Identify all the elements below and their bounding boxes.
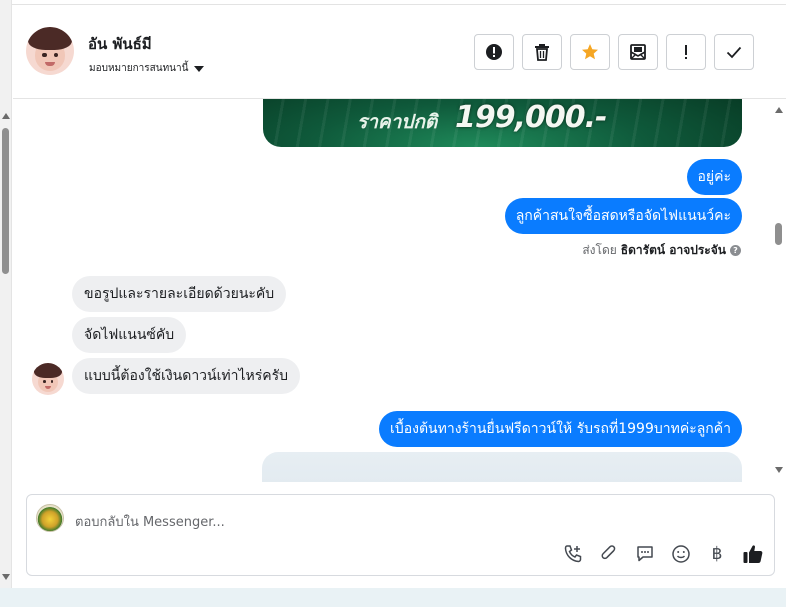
payment-button[interactable]: ฿ <box>706 543 728 565</box>
follow-up-button[interactable] <box>666 34 706 70</box>
trash-icon <box>535 44 549 61</box>
scrollbar-thumb[interactable] <box>2 128 9 274</box>
page-avatar <box>36 504 64 532</box>
star-icon <box>582 44 598 60</box>
reply-input[interactable]: ตอบกลับใน Messenger... <box>75 511 225 532</box>
call-add-icon <box>564 545 582 563</box>
emoji-icon <box>672 545 690 563</box>
paperclip-icon <box>601 545 616 560</box>
scroll-down-arrow-icon[interactable] <box>775 467 783 473</box>
help-icon[interactable]: ? <box>730 245 741 256</box>
message-thread[interactable]: ราคาปกติ 199,000.- อยู่ค่ะ ลูกค้าสนใจซื้… <box>13 99 772 482</box>
banner-price: 199,000.- <box>455 100 607 135</box>
sent-by-prefix: ส่งโดย <box>582 243 617 257</box>
outgoing-message[interactable]: เบื้องต้นทางร้านยื่นฟรีดาวน์ให้ รับรถที่… <box>379 411 742 447</box>
saved-replies-button[interactable] <box>634 543 656 565</box>
incoming-message[interactable]: แบบนี้ต้องใช้เงินดาวน์เท่าไหร่ครับ <box>72 358 301 394</box>
attach-button[interactable] <box>598 543 620 565</box>
sent-by-line: ส่งโดย ธิดารัตน์ อาจประจัน ? <box>582 241 741 260</box>
assign-conversation-dropdown[interactable]: มอบหมายการสนทนานี้ <box>89 61 205 76</box>
envelope-icon <box>630 44 646 60</box>
bottom-background-strip <box>0 588 786 607</box>
exclamation-circle-icon <box>486 44 502 60</box>
contact-avatar-small[interactable] <box>32 363 64 395</box>
scrollbar-thumb[interactable] <box>775 223 782 245</box>
emoji-button[interactable] <box>670 543 692 565</box>
incoming-message[interactable]: จัดไฟแนนซ์คับ <box>72 317 187 353</box>
star-button[interactable] <box>570 34 610 70</box>
composer-tools: ฿ <box>562 543 764 565</box>
mark-done-button[interactable] <box>714 34 754 70</box>
scroll-down-arrow-icon[interactable] <box>2 574 10 580</box>
outgoing-message[interactable]: ลูกค้าสนใจซื้อสดหรือจัดไฟแนนว์คะ <box>504 198 742 234</box>
chat-bubble-icon <box>637 546 653 562</box>
left-scrollbar[interactable] <box>0 0 12 588</box>
report-button[interactable] <box>474 34 514 70</box>
caret-down-icon <box>194 65 205 72</box>
exclamation-icon <box>685 45 687 59</box>
price-banner-image[interactable]: ราคาปกติ 199,000.- <box>263 99 742 147</box>
banner-label: ราคาปกติ <box>357 111 438 133</box>
scroll-up-arrow-icon[interactable] <box>2 113 10 119</box>
inbox-conversation-panel: อัน พันธ์มี มอบหมายการสนทนานี้ ราคาปกติ … <box>0 0 786 588</box>
image-attachment[interactable] <box>262 452 742 482</box>
check-icon <box>726 46 742 59</box>
delete-button[interactable] <box>522 34 562 70</box>
outgoing-message[interactable]: อยู่ค่ะ <box>686 159 742 195</box>
thumbs-up-icon <box>743 545 763 563</box>
incoming-message[interactable]: ขอรูปและรายละเอียดด้วยนะคับ <box>72 276 287 312</box>
call-add-button[interactable] <box>562 543 584 565</box>
header-actions <box>474 34 754 70</box>
contact-avatar[interactable] <box>26 27 74 75</box>
thread-scrollbar[interactable] <box>772 99 786 482</box>
reply-composer[interactable]: ตอบกลับใน Messenger... ฿ <box>26 494 775 576</box>
contact-name[interactable]: อัน พันธ์มี <box>88 32 152 56</box>
scroll-up-arrow-icon[interactable] <box>775 107 783 113</box>
mark-unread-button[interactable] <box>618 34 658 70</box>
baht-icon: ฿ <box>711 544 723 564</box>
assign-label: มอบหมายการสนทนานี้ <box>89 63 189 74</box>
like-button[interactable] <box>742 543 764 565</box>
conversation-header: อัน พันธ์มี มอบหมายการสนทนานี้ <box>13 5 786 99</box>
sent-by-name[interactable]: ธิดารัตน์ อาจประจัน <box>621 241 726 260</box>
